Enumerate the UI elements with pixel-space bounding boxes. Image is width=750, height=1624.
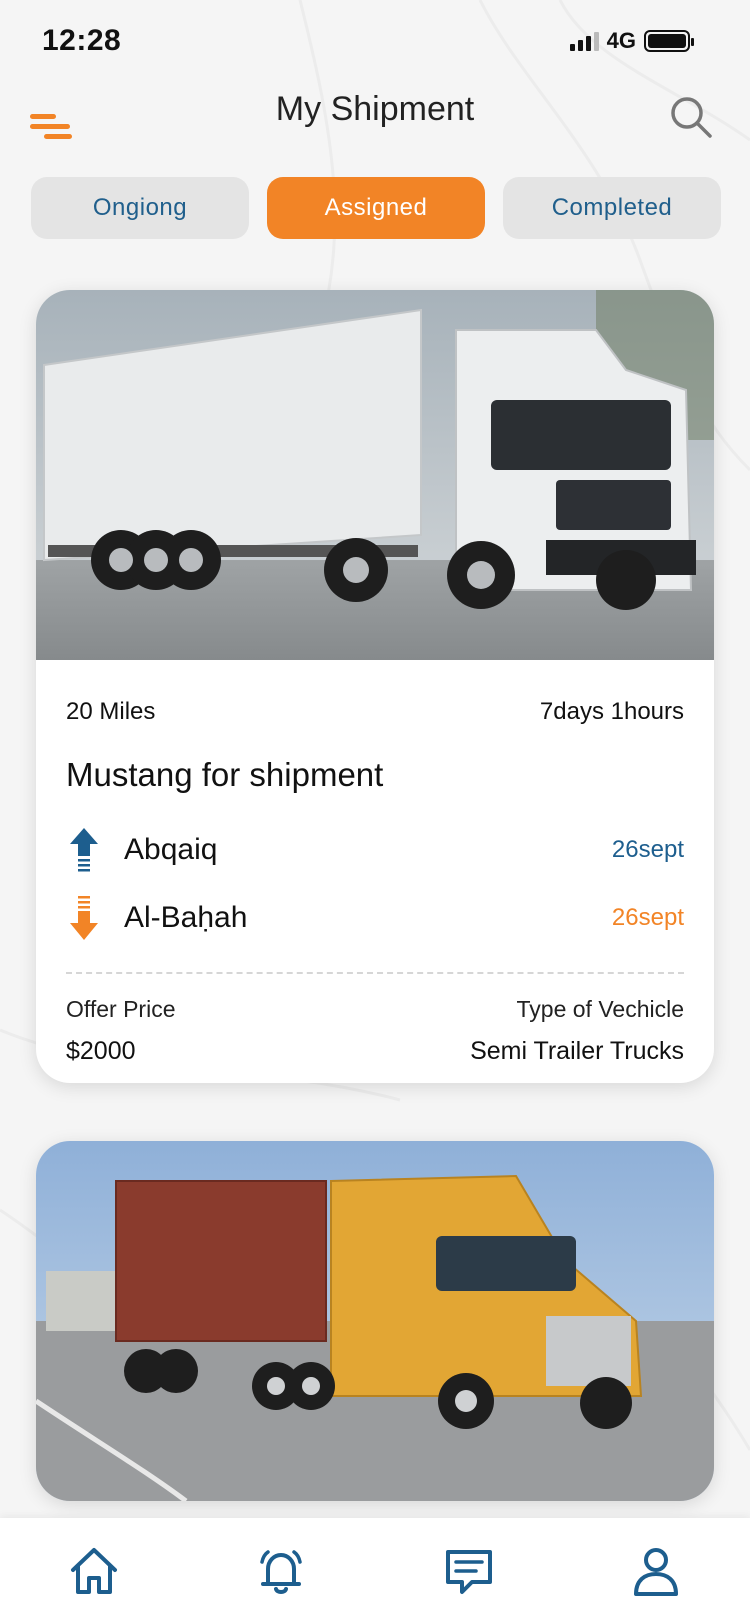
chat-icon [445,1550,492,1594]
distance-label: 20 Miles [66,698,156,725]
search-icon[interactable] [668,94,718,144]
offer-price-value: $2000 [66,1037,136,1065]
vehicle-type-value: Semi Trailer Trucks [470,1037,684,1065]
shipment-name: Mustang for shipment [66,756,384,793]
destination-date: 26sept [611,904,684,931]
tab-ongoing[interactable]: Ongiong [31,177,249,239]
truck-image [36,290,714,660]
nav-notifications[interactable] [251,1541,311,1601]
bottom-nav [0,1518,750,1624]
origin-place: Abqaiq [124,833,218,866]
network-label: 4G [606,28,636,53]
vehicle-type-label: Type of Vechicle [516,996,685,1022]
battery-icon [644,30,694,52]
destination-place: Al-Baḥah [124,901,248,934]
status-tabs: Ongiong Assigned Completed [31,177,721,239]
shipment-card[interactable] [36,1141,714,1501]
origin-date: 26sept [611,836,684,863]
home-icon [70,1548,117,1594]
signal-icon [569,31,599,51]
status-indicators: 4G [569,28,694,54]
header: My Shipment [0,88,750,184]
origin-row: Abqaiq 26sept [66,816,684,884]
nav-profile[interactable] [626,1541,686,1601]
shipment-details: 20 Miles 7days 1hours Mustang for shipme… [36,698,714,1066]
truck-image [36,1141,714,1501]
page-title: My Shipment [275,90,475,128]
bell-icon [260,1550,302,1594]
status-bar: 12:28 4G [0,0,750,88]
status-time: 12:28 [42,24,122,57]
arrow-up-icon [70,828,98,872]
route: Abqaiq 26sept Al-Baḥah 26sept [66,816,684,952]
destination-row: Al-Baḥah 26sept [66,884,684,952]
arrow-down-icon [70,896,98,940]
tab-completed[interactable]: Completed [503,177,721,239]
battery-fill [648,34,686,48]
tab-assigned[interactable]: Assigned [267,177,485,239]
offer-price-label: Offer Price [66,996,176,1022]
duration-label: 7days 1hours [539,698,684,725]
profile-icon [634,1548,679,1596]
shipment-card[interactable]: 20 Miles 7days 1hours Mustang for shipme… [36,290,714,1083]
nav-messages[interactable] [439,1541,499,1601]
nav-home[interactable] [64,1541,124,1601]
divider [66,972,684,974]
